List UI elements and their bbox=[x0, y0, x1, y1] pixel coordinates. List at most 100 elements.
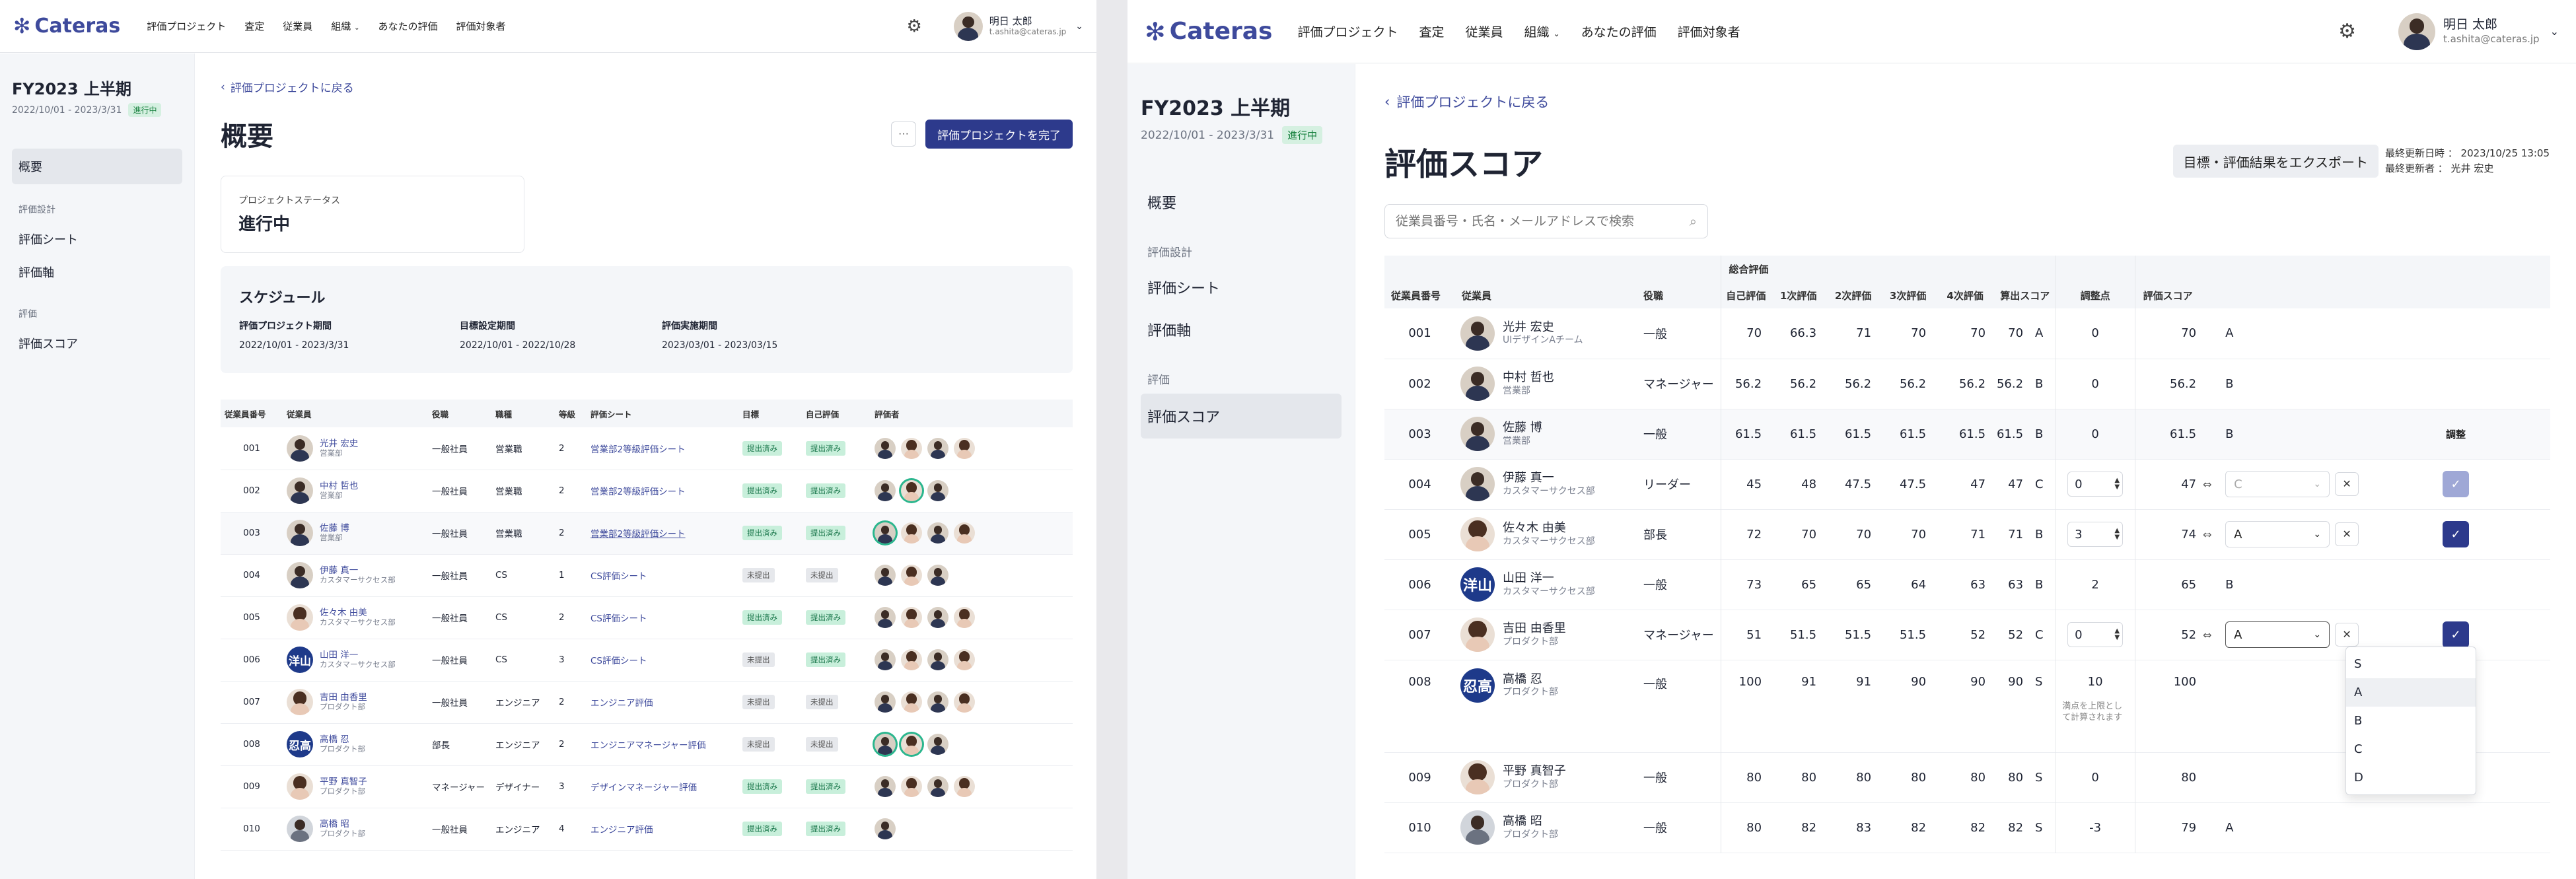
sidebar-item-axis[interactable]: 評価軸 bbox=[12, 256, 182, 289]
employee-name[interactable]: 光井 宏史 bbox=[1503, 320, 1583, 335]
sheet-link[interactable]: エンジニアマネージャー評価 bbox=[590, 740, 706, 751]
sheet-link[interactable]: CS評価シート bbox=[590, 656, 647, 666]
grade-option[interactable]: A bbox=[2346, 678, 2476, 707]
evaluator-avatar[interactable] bbox=[875, 691, 896, 713]
sheet-link[interactable]: エンジニア評価 bbox=[590, 825, 653, 835]
evaluator-avatar[interactable] bbox=[954, 437, 975, 459]
evaluator-avatar[interactable] bbox=[901, 734, 922, 755]
employee-name[interactable]: 高橋 忍 bbox=[320, 734, 365, 745]
nav-employees[interactable]: 従業員 bbox=[1466, 22, 1503, 40]
stepper-arrows-icon[interactable]: ▲ ▼ bbox=[2114, 477, 2120, 491]
employee-name[interactable]: 佐藤 博 bbox=[1503, 421, 1542, 436]
sheet-link[interactable]: 営業部2等級評価シート bbox=[590, 444, 686, 455]
employee-name[interactable]: 高橋 昭 bbox=[1503, 814, 1558, 829]
employee-name[interactable]: 平野 真智子 bbox=[320, 777, 367, 787]
evaluator-avatar[interactable] bbox=[927, 691, 948, 713]
employee-name[interactable]: 吉田 由香里 bbox=[320, 692, 367, 703]
evaluator-avatar[interactable] bbox=[954, 776, 975, 797]
evaluator-avatar[interactable] bbox=[954, 522, 975, 544]
sidebar-item-overview[interactable]: 概要 bbox=[1141, 181, 1342, 223]
employee-name[interactable]: 伊藤 真一 bbox=[320, 565, 396, 576]
nav-your-eval[interactable]: あなたの評価 bbox=[1581, 22, 1657, 40]
confirm-button[interactable]: ✓ bbox=[2443, 621, 2470, 648]
confirm-button[interactable]: ✓ bbox=[2443, 471, 2470, 497]
table-row[interactable]: 010 高橋 昭プロダクト部 一般社員 エンジニア 4 エンジニア評価 提出済み 提出済み bbox=[221, 808, 1073, 850]
back-link[interactable]: ‹ 評価プロジェクトに戻る bbox=[1384, 92, 2550, 112]
table-row[interactable]: 002 中村 哲也 営業部 マネージャー 56.2 56.2 56.2 56.2 56.2 56.… bbox=[1384, 359, 2550, 409]
evaluator-avatar[interactable] bbox=[927, 565, 948, 586]
evaluator-avatar[interactable] bbox=[901, 522, 922, 544]
table-row[interactable]: 005 佐々木 由美 カスタマーサクセス部 一般社員 CS 2 CS評価シート 提出済み 提出済… bbox=[221, 596, 1073, 639]
employee-name[interactable]: 山田 洋一 bbox=[320, 650, 396, 660]
nav-projects[interactable]: 評価プロジェクト bbox=[1297, 22, 1398, 40]
sidebar-item-axis[interactable]: 評価軸 bbox=[1141, 308, 1342, 351]
grade-select[interactable]: C ⌄ bbox=[2225, 471, 2330, 497]
sheet-link[interactable]: 営業部2等級評価シート bbox=[590, 529, 686, 540]
evaluator-avatar[interactable] bbox=[927, 437, 948, 459]
evaluator-avatar[interactable] bbox=[901, 565, 922, 586]
brand-logo[interactable]: ✻ Cateras bbox=[13, 15, 120, 38]
table-row[interactable]: 002 中村 哲也 営業部 一般社員 営業職 2 営業部2等級評価シート 提出済み 提出済み bbox=[221, 470, 1073, 512]
confirm-button[interactable]: ✓ bbox=[2443, 521, 2470, 547]
adjust-stepper[interactable]: 3 ▲ ▼ bbox=[2067, 522, 2124, 547]
sheet-link[interactable]: デザインマネージャー評価 bbox=[590, 783, 697, 793]
sidebar-item-sheet[interactable]: 評価シート bbox=[12, 223, 182, 256]
nav-projects[interactable]: 評価プロジェクト bbox=[147, 19, 226, 33]
cancel-button[interactable]: ✕ bbox=[2335, 472, 2359, 496]
table-row[interactable]: 001 光井 宏史 UIデザインAチーム 一般 70 66.3 71 70 70 70 A 0 70 A bbox=[1384, 308, 2550, 359]
adjust-button[interactable]: 調整 bbox=[2446, 429, 2466, 440]
evaluator-avatar[interactable] bbox=[927, 776, 948, 797]
table-row[interactable]: 006 洋山 山田 洋一 カスタマーサクセス部 一般 73 65 65 64 63 63 B 2 65 B bbox=[1384, 559, 2550, 610]
sidebar-item-score[interactable]: 評価スコア bbox=[1141, 394, 1342, 439]
sheet-link[interactable]: エンジニア評価 bbox=[590, 698, 653, 709]
evaluator-avatar[interactable] bbox=[901, 437, 922, 459]
table-row[interactable]: 008 忍高 高橋 忍プロダクト部 部長 エンジニア 2 エンジニアマネージャー評価 未提出 未… bbox=[221, 723, 1073, 765]
adjust-stepper[interactable]: 0 ▲ ▼ bbox=[2067, 622, 2124, 647]
adjust-value[interactable]: 3 bbox=[2075, 528, 2082, 542]
nav-employees[interactable]: 従業員 bbox=[283, 19, 312, 33]
complete-project-button[interactable]: 評価プロジェクトを完了 bbox=[925, 120, 1073, 149]
sidebar-item-score[interactable]: 評価スコア bbox=[12, 327, 182, 360]
evaluator-avatar[interactable] bbox=[954, 649, 975, 670]
user-menu[interactable]: 明日 太郎 t.ashita@cateras.jp ⌄ bbox=[953, 11, 1083, 41]
nav-your-eval[interactable]: あなたの評価 bbox=[378, 19, 437, 33]
sheet-link[interactable]: 営業部2等級評価シート bbox=[590, 487, 686, 497]
grade-option[interactable]: B bbox=[2346, 707, 2476, 735]
evaluator-avatar[interactable] bbox=[875, 480, 896, 501]
nav-assessment[interactable]: 査定 bbox=[244, 19, 264, 33]
employee-name[interactable]: 伊藤 真一 bbox=[1503, 471, 1595, 486]
evaluator-avatar[interactable] bbox=[954, 691, 975, 713]
employee-name[interactable]: 中村 哲也 bbox=[320, 481, 358, 491]
table-row[interactable]: 003 佐藤 博営業部 一般 61.5 61.5 61.5 61.5 61.5 61.5 B 0 61… bbox=[1384, 409, 2550, 459]
employee-name[interactable]: 高橋 忍 bbox=[1503, 672, 1558, 687]
adjust-value[interactable]: 0 bbox=[2075, 477, 2082, 491]
settings-gear-icon[interactable]: ⚙ bbox=[2338, 20, 2356, 43]
evaluator-avatar[interactable] bbox=[927, 649, 948, 670]
evaluator-avatar[interactable] bbox=[927, 522, 948, 544]
table-row[interactable]: 003 佐藤 博営業部 一般社員 営業職 2 営業部2等級評価シート 提出済み 提出済み bbox=[221, 512, 1073, 554]
nav-org[interactable]: 組織 ⌄ bbox=[1524, 22, 1560, 40]
grade-select[interactable]: A ⌄ bbox=[2225, 621, 2330, 648]
adjust-stepper[interactable]: 0 ▲ ▼ bbox=[2067, 472, 2124, 497]
evaluator-avatar[interactable] bbox=[901, 691, 922, 713]
nav-assessment[interactable]: 査定 bbox=[1419, 22, 1445, 40]
table-row[interactable]: 007 吉田 由香里 プロダクト部 一般社員 エンジニア 2 エンジニア評価 未提出 未提出 bbox=[221, 681, 1073, 723]
table-row[interactable]: 004 伊藤 真一 カスタマーサクセス部 リーダー 45 48 47.5 47.5 47 47 C 0… bbox=[1384, 459, 2550, 509]
more-button[interactable]: ··· bbox=[891, 122, 916, 147]
sidebar-item-sheet[interactable]: 評価シート bbox=[1141, 266, 1342, 308]
brand-logo[interactable]: ✻ Cateras bbox=[1145, 17, 1272, 46]
adjust-value[interactable]: 0 bbox=[2075, 628, 2082, 642]
stepper-arrows-icon[interactable]: ▲ ▼ bbox=[2114, 528, 2120, 541]
evaluator-avatar[interactable] bbox=[875, 437, 896, 459]
search-input[interactable] bbox=[1396, 214, 1690, 229]
evaluator-avatar[interactable] bbox=[927, 734, 948, 755]
evaluator-avatar[interactable] bbox=[875, 522, 896, 544]
evaluator-avatar[interactable] bbox=[875, 776, 896, 797]
employee-name[interactable]: 佐藤 博 bbox=[320, 523, 349, 534]
table-row[interactable]: 009 平野 真智子 プロダクト部 マネージャー デザイナー 3 デザインマネージャー評価 提… bbox=[221, 765, 1073, 808]
evaluator-avatar[interactable] bbox=[901, 776, 922, 797]
sidebar-item-overview[interactable]: 概要 bbox=[12, 149, 182, 184]
evaluator-avatar[interactable] bbox=[901, 480, 922, 501]
nav-evaluees[interactable]: 評価対象者 bbox=[1678, 22, 1740, 40]
employee-name[interactable]: 高橋 昭 bbox=[320, 819, 365, 829]
